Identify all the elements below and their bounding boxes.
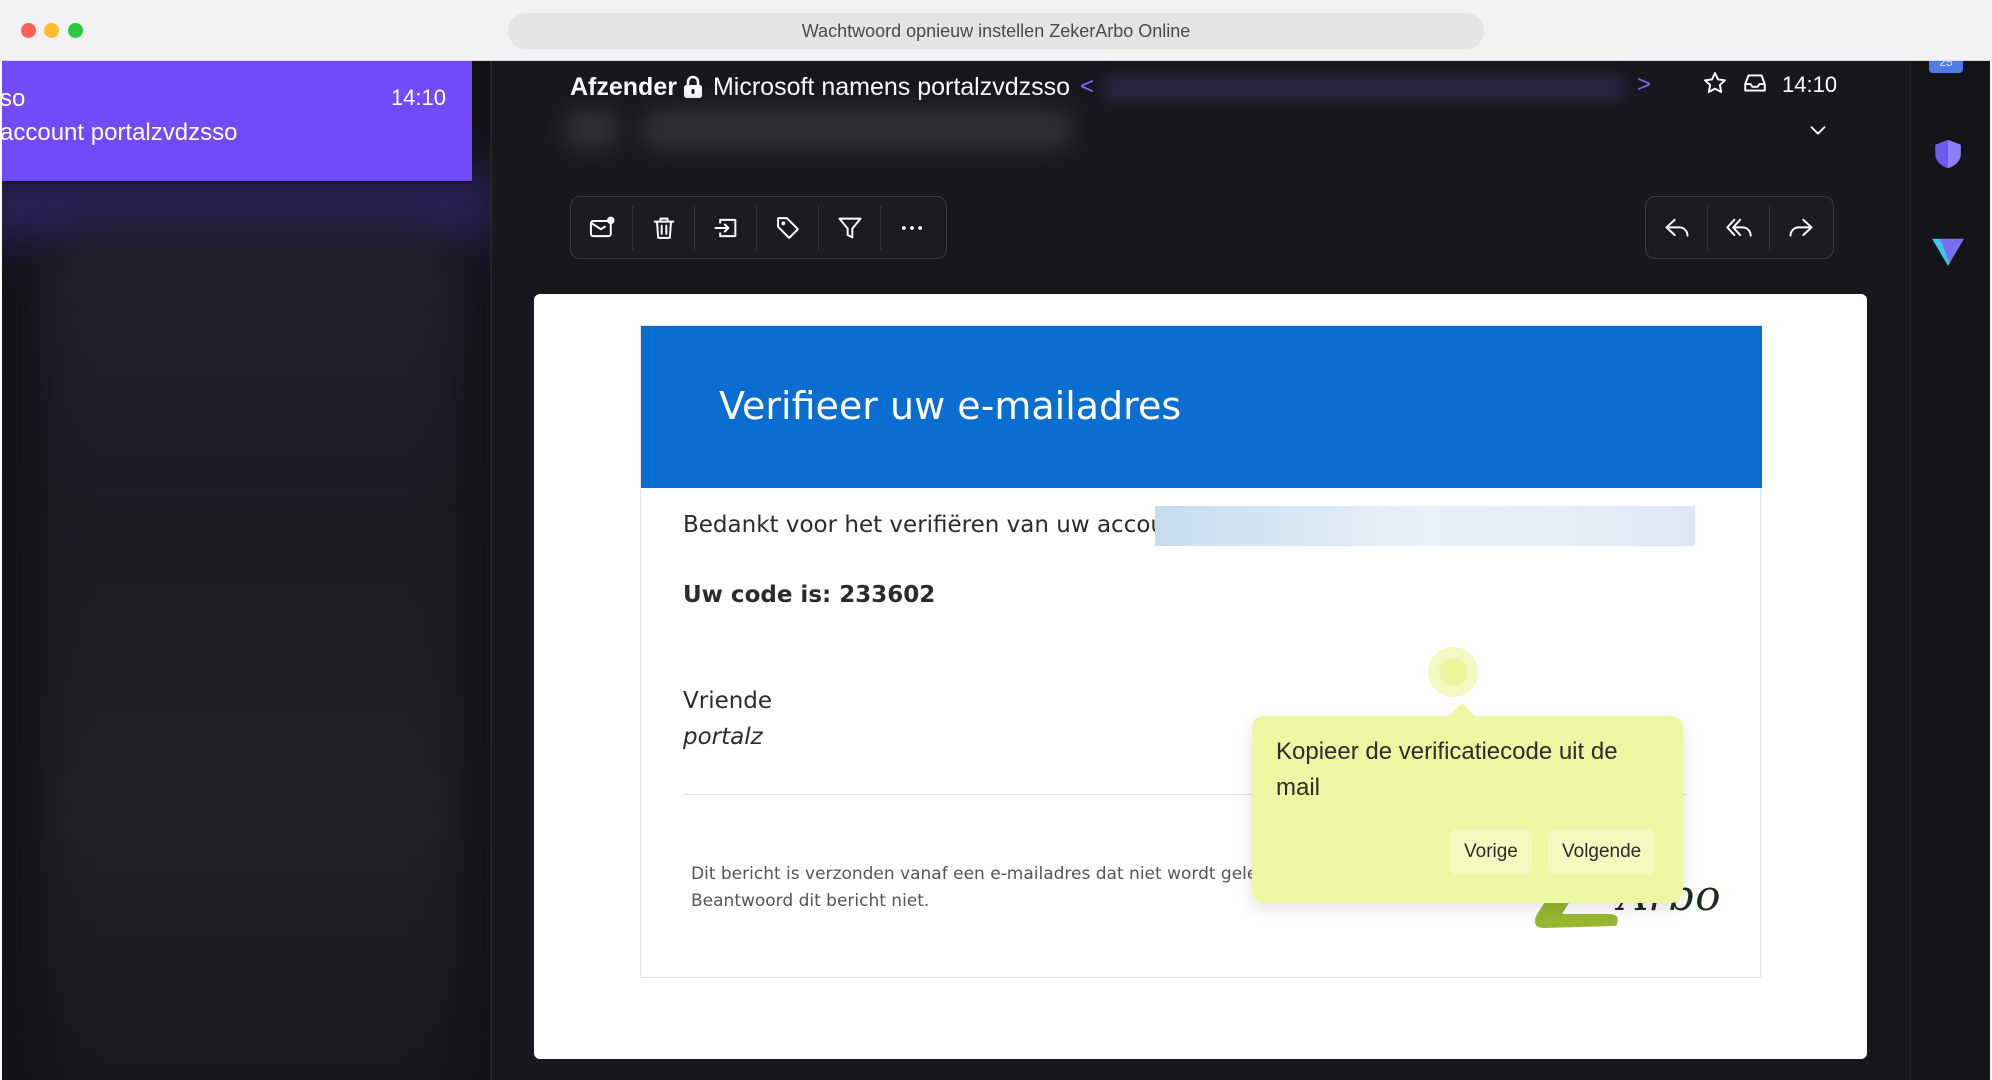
maximize-window-button[interactable] — [68, 23, 83, 38]
reading-pane: Afzender Microsoft namens portalzvdzsso … — [492, 61, 1910, 1080]
chevron-down-icon[interactable] — [1807, 119, 1829, 141]
vpn-icon[interactable] — [1929, 231, 1967, 274]
lock-icon — [681, 75, 705, 99]
minimize-window-button[interactable] — [44, 23, 59, 38]
close-window-button[interactable] — [21, 23, 36, 38]
highlight-dot — [1439, 658, 1467, 686]
filter-icon — [838, 217, 861, 238]
sender-email-redacted — [1104, 75, 1624, 101]
blurred-content — [42, 231, 462, 1080]
selected-mail-item[interactable]: so 14:10 account portalzvdzsso — [2, 61, 472, 184]
mark-unread-button[interactable] — [571, 205, 633, 250]
browser-chrome: Wachtwoord opnieuw instellen ZekerArbo O… — [0, 0, 1992, 61]
mail-item-sender: so — [2, 85, 26, 112]
sender-label: Afzender — [570, 72, 677, 101]
reply-all-icon — [1725, 218, 1752, 237]
sender-name: Microsoft namens portalzvdzsso — [712, 72, 1071, 101]
more-icon — [901, 225, 923, 230]
move-icon — [714, 218, 736, 237]
star-icon[interactable] — [1702, 70, 1728, 101]
blurred-recipient — [564, 109, 619, 149]
email-banner: Verifieer uw e-mailadres — [641, 326, 1762, 488]
right-rail: 25 — [1910, 61, 1990, 1080]
inbox-icon[interactable] — [1742, 70, 1768, 101]
trash-icon — [653, 217, 674, 239]
tag-button[interactable] — [757, 205, 819, 250]
filter-button[interactable] — [819, 205, 881, 250]
reply-toolbar — [1645, 196, 1834, 259]
forward-button[interactable] — [1770, 206, 1832, 250]
mail-item-subject: account portalzvdzsso — [2, 119, 238, 146]
more-button[interactable] — [881, 206, 943, 250]
regards-text: Vriende — [683, 688, 773, 714]
message-toolbar — [570, 196, 947, 259]
sender-row: Afzender Microsoft namens portalzvdzsso … — [570, 67, 1094, 107]
reply-all-button[interactable] — [1708, 205, 1770, 250]
reply-button[interactable] — [1646, 205, 1708, 250]
mail-app: so 14:10 account portalzvdzsso Afzender … — [2, 61, 1990, 1080]
next-button[interactable]: Volgende — [1548, 829, 1656, 875]
address-bar[interactable]: Wachtwoord opnieuw instellen ZekerArbo O… — [508, 13, 1484, 49]
calendar-icon[interactable]: 25 — [1929, 61, 1963, 73]
email-body: Verifieer uw e-mailadres Bedankt voor he… — [534, 294, 1867, 1059]
signature-text: portalz — [683, 724, 763, 750]
move-button[interactable] — [695, 205, 757, 250]
mail-list-pane: so 14:10 account portalzvdzsso — [2, 61, 490, 1080]
forward-icon — [1789, 218, 1813, 237]
delete-button[interactable] — [633, 205, 695, 250]
email-title: Verifieer uw e-mailadres — [719, 384, 1182, 428]
tag-icon — [776, 216, 799, 239]
blurred-recipient — [642, 109, 1072, 149]
reply-icon — [1665, 218, 1688, 237]
sender-email-close: > — [1637, 71, 1652, 98]
guide-tooltip: Kopieer de verificatiecode uit de mail V… — [1252, 716, 1683, 903]
header-actions: 14:10 — [1702, 67, 1837, 103]
verification-code[interactable]: Uw code is: 233602 — [683, 582, 935, 608]
account-redacted — [1155, 506, 1695, 546]
received-time: 14:10 — [1782, 72, 1838, 97]
mark-unread-icon — [589, 216, 614, 237]
tooltip-text: Kopieer de verificatiecode uit de mail — [1276, 738, 1618, 801]
sender-email-open: < — [1080, 73, 1095, 100]
previous-button[interactable]: Vorige — [1450, 829, 1532, 875]
thanks-text: Bedankt voor het verifiëren van uw accou… — [683, 512, 1189, 538]
mail-item-time: 14:10 — [390, 85, 446, 110]
shield-icon[interactable] — [1931, 137, 1965, 176]
